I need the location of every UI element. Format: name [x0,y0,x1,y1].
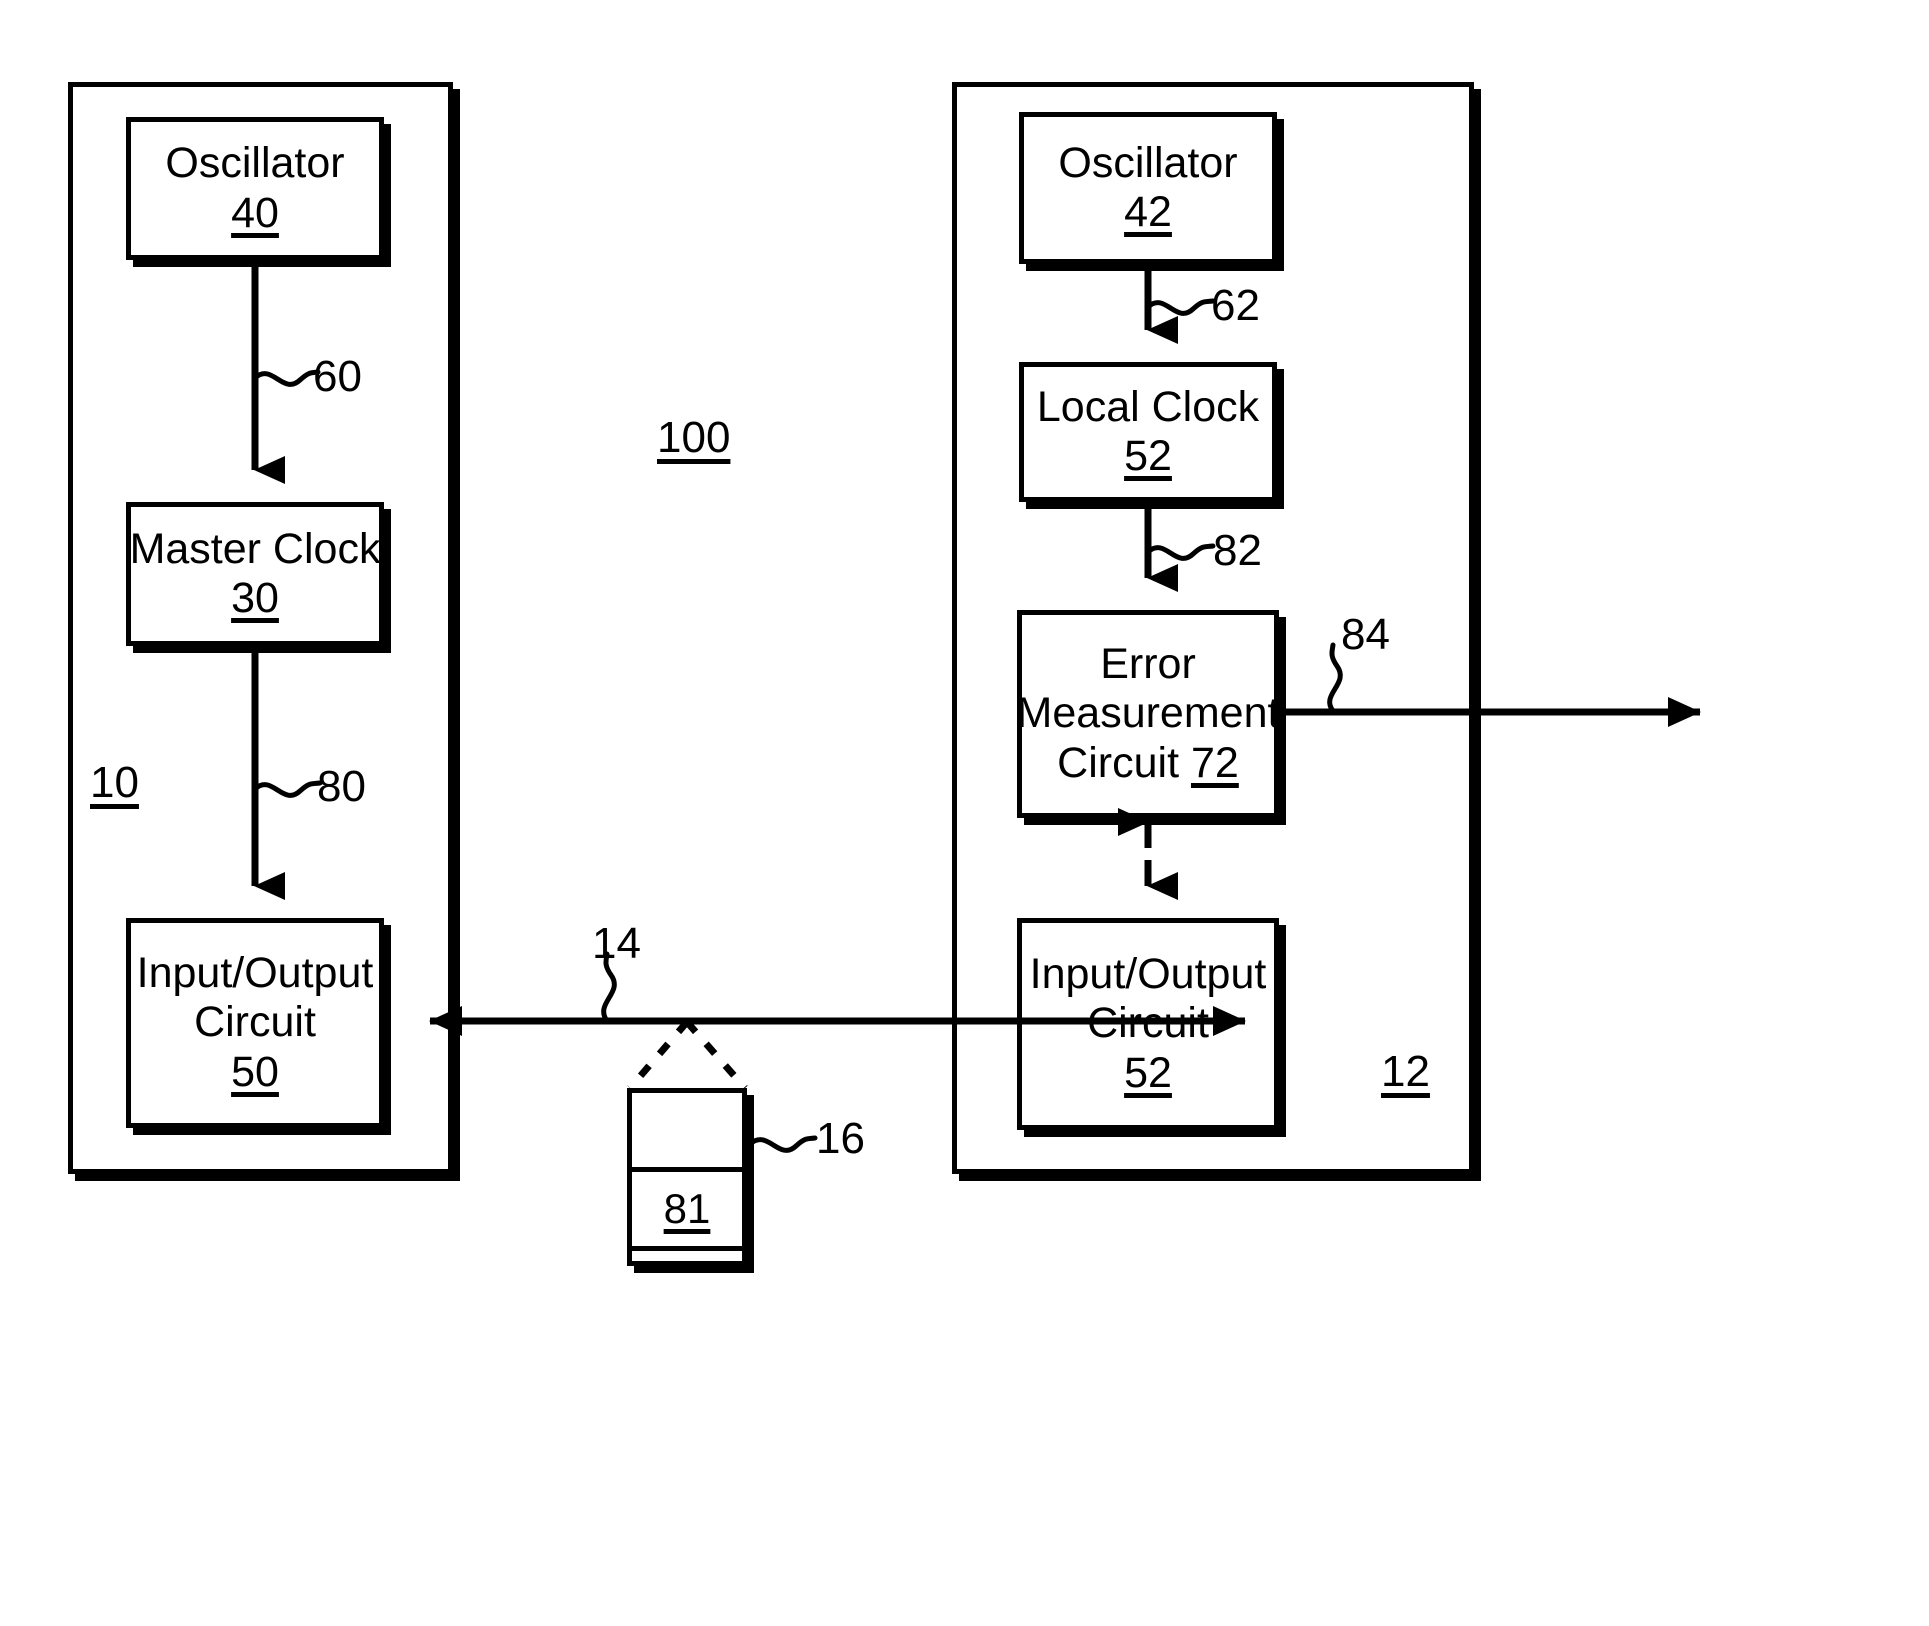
node-reference-number: 40 [231,188,279,237]
node-local-clock-52: Local Clock 52 [1019,362,1277,502]
ref-82: 82 [1213,526,1262,575]
node-title-line1: Input/Output [136,949,374,998]
node-title-line2: Circuit [194,998,316,1047]
ref-12-system-label: 12 [1381,1047,1430,1096]
figure-canvas: Oscillator 40 Master Clock 30 Input/Outp… [0,0,1929,1626]
node-title-line2: Measurement [1016,689,1280,738]
node-title: Oscillator [1058,138,1238,187]
node-reference-number: 50 [231,1047,279,1096]
packet-frame-81: 81 [627,1088,747,1266]
ref-14-link-label: 14 [592,919,641,968]
node-title-line1: Error [1100,640,1196,689]
node-error-measurement-circuit-72: Error Measurement Circuit 72 [1017,610,1279,818]
ref-80: 80 [317,762,366,811]
node-reference-number: 42 [1124,188,1172,236]
packet-segment-middle: 81 [632,1172,742,1251]
packet-field-label: 81 [663,1185,711,1232]
node-title: Master Clock [129,524,381,573]
ref-62: 62 [1211,281,1260,330]
ref-100-figure-label: 100 [657,413,731,462]
node-title-line2: Circuit [1087,999,1209,1048]
node-io-circuit-50: Input/Output Circuit 50 [126,918,384,1128]
node-reference-number: 30 [231,574,279,622]
node-reference-number: 72 [1190,738,1239,787]
ref-84: 84 [1341,610,1390,659]
packet-label-leader [747,1135,818,1153]
node-reference-number: 52 [1124,1048,1172,1097]
node-io-circuit-52: Input/Output Circuit 52 [1017,918,1279,1130]
node-oscillator-40: Oscillator 40 [126,117,384,260]
packet-callout-dotted-lines [627,1019,748,1091]
node-oscillator-42: Oscillator 42 [1019,112,1277,264]
ref-60: 60 [313,352,362,401]
ref-10-system-label: 10 [90,758,139,807]
node-master-clock-30: Master Clock 30 [126,502,384,646]
node-title: Oscillator [165,139,345,188]
node-title: Local Clock [1036,382,1260,431]
node-title-line1: Input/Output [1029,950,1267,999]
packet-segment-top [632,1093,742,1172]
packet-segment-bottom [632,1251,742,1305]
ref-16-packet-label: 16 [816,1114,865,1163]
node-reference-number: 52 [1124,432,1172,480]
node-title-line3: Circuit 72 [1057,738,1239,787]
